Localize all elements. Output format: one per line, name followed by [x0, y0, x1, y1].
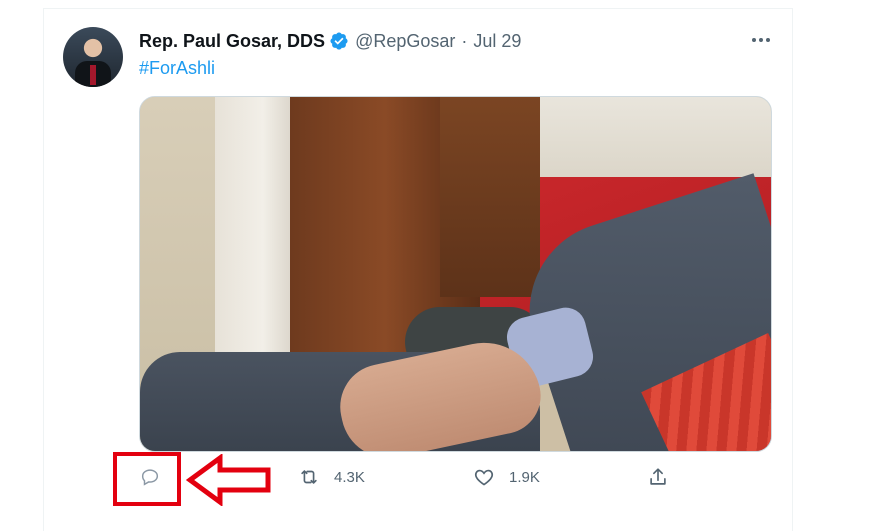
annotation-arrow	[186, 454, 271, 506]
author-name[interactable]: Rep. Paul Gosar, DDS	[139, 31, 325, 52]
tweet-header: Rep. Paul Gosar, DDS @RepGosar · Jul 29	[139, 30, 521, 52]
retweet-icon[interactable]	[298, 466, 320, 488]
verified-badge-icon	[329, 31, 349, 51]
avatar[interactable]	[63, 27, 123, 87]
share-button[interactable]	[647, 466, 669, 488]
author-handle[interactable]: @RepGosar	[355, 31, 455, 52]
annotation-box	[113, 452, 181, 506]
photo-shelf	[440, 97, 540, 297]
share-icon[interactable]	[647, 466, 669, 488]
separator-dot: ·	[461, 30, 468, 51]
retweet-count: 4.3K	[334, 468, 365, 486]
like-icon[interactable]	[473, 466, 495, 488]
retweet-button[interactable]: 4.3K	[298, 466, 365, 488]
like-button[interactable]: 1.9K	[473, 466, 540, 488]
avatar-tie	[90, 65, 96, 85]
like-count: 1.9K	[509, 468, 540, 486]
tweet-date[interactable]: Jul 29	[473, 31, 521, 52]
more-horizontal-icon[interactable]	[747, 28, 775, 52]
tweet-photo[interactable]	[139, 96, 772, 452]
hashtag-link[interactable]: #ForAshli	[139, 58, 215, 79]
